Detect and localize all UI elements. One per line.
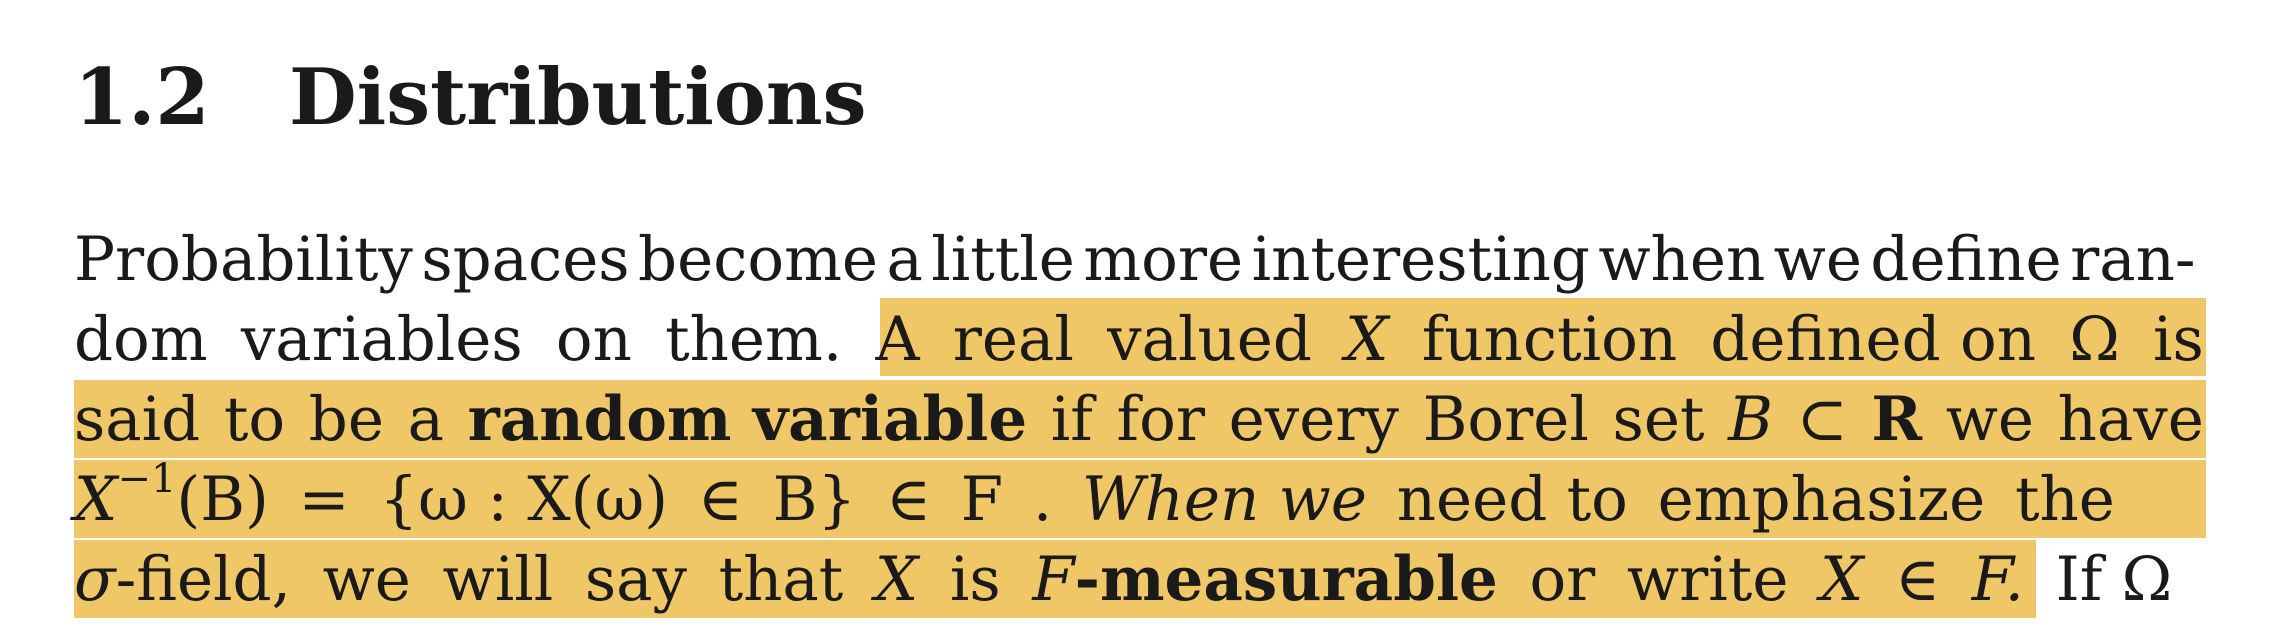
- text-run: dom: [74, 304, 208, 375]
- text-run: Borel: [1422, 384, 1589, 455]
- text-run: we: [1945, 384, 2035, 455]
- text-run: them.: [665, 304, 843, 375]
- text-run: or: [1529, 544, 1596, 615]
- text-run: Probability: [74, 224, 413, 295]
- math-symbol: =: [298, 464, 350, 535]
- text-run: we: [1773, 224, 1862, 295]
- text-run: if: [1050, 384, 1093, 455]
- math-variable: X: [74, 464, 118, 535]
- math-variable: X: [1345, 304, 1389, 375]
- math-variable: X: [874, 544, 919, 615]
- text-run: to: [223, 384, 286, 455]
- bold-term: F-measurable: [1032, 540, 1498, 620]
- math-sigma-field: F: [1032, 544, 1075, 615]
- math-variable: X: [1820, 544, 1864, 615]
- text-run: -field,: [115, 544, 291, 615]
- text-run: a: [886, 224, 923, 295]
- math-symbol: ∈: [885, 464, 932, 535]
- text-run: real: [952, 304, 1074, 375]
- text-run: said: [74, 384, 201, 455]
- math-expression: F: [960, 464, 1004, 535]
- text-run: more: [1083, 224, 1244, 295]
- text-run: little: [931, 224, 1075, 295]
- text-run: write: [1626, 544, 1789, 615]
- text-run: we: [322, 544, 411, 615]
- math-symbol: ∈: [697, 464, 743, 535]
- text-run: every: [1228, 384, 1399, 455]
- section-heading: 1.2 Distributions: [74, 52, 867, 162]
- paragraph-line-5: σ-field, we will say that X is F-measura…: [74, 540, 2204, 620]
- text-run: is: [949, 544, 1001, 615]
- section-number: 1.2: [74, 52, 210, 143]
- text-run: for: [1116, 384, 1205, 455]
- text-run: valued: [1107, 304, 1312, 375]
- paragraph-line-3: said to be a random variable if for ever…: [74, 380, 2204, 460]
- math-symbol: ⊂: [1796, 384, 1848, 455]
- text-run: on: [555, 304, 632, 375]
- math-sigma-field: When we: [1081, 464, 1367, 535]
- text-run: a: [407, 384, 444, 455]
- math-expression: X−1(B): [74, 456, 269, 547]
- text-run: A: [875, 304, 920, 375]
- paragraph-line-1: Probability spaces become a little more …: [74, 220, 2204, 300]
- text-run: say: [584, 544, 687, 615]
- text-run: become: [638, 224, 879, 295]
- bold-term: random variable: [467, 384, 1028, 455]
- text-run: the: [2014, 464, 2115, 535]
- text-run: is: [2153, 304, 2204, 375]
- text-run: If Ω: [2055, 544, 2173, 615]
- text-run: spaces: [421, 224, 630, 295]
- text-run: be: [308, 384, 384, 455]
- text-run: define: [1870, 224, 2062, 295]
- math-variable: σ: [74, 544, 116, 615]
- text-run: interesting: [1251, 224, 1590, 295]
- math-symbol: ∈: [1895, 544, 1941, 615]
- text-run: set: [1612, 384, 1705, 455]
- math-superscript: −1: [117, 456, 177, 502]
- text-run: ran-: [2070, 224, 2196, 295]
- paragraph-line-2: dom variables on them. A real valued X f…: [74, 300, 2204, 380]
- math-variable: B: [1728, 384, 1773, 455]
- section-title: Distributions: [289, 52, 867, 143]
- math-symbol: .: [1032, 464, 1053, 535]
- bold-term-text: -measurable: [1074, 544, 1498, 615]
- paragraph-line-4: X−1(B) = {ω : X(ω) ∈ B} ∈ F . When we ne…: [74, 456, 2204, 540]
- text-run: emphasize: [1657, 464, 1986, 535]
- text-run: will: [442, 544, 554, 615]
- math-expression: B}: [772, 464, 857, 535]
- text-run: when: [1598, 224, 1766, 295]
- document-page: 1.2 Distributions Probability spaces bec…: [0, 0, 2270, 632]
- text-run: defined on: [1710, 304, 2037, 375]
- math-sigma-field: F.: [1971, 544, 2025, 615]
- text-run: that: [718, 544, 844, 615]
- text-run: σ-field,: [74, 540, 291, 620]
- text-run: variables: [240, 304, 523, 375]
- math-symbol: Ω: [2069, 304, 2120, 375]
- text-run: have: [2057, 384, 2204, 455]
- text-run: function: [1421, 304, 1678, 375]
- math-text: (B): [176, 464, 269, 535]
- math-reals: R: [1871, 384, 1923, 455]
- text-run: need to: [1396, 464, 1628, 535]
- math-expression: {ω : X(ω): [379, 464, 669, 535]
